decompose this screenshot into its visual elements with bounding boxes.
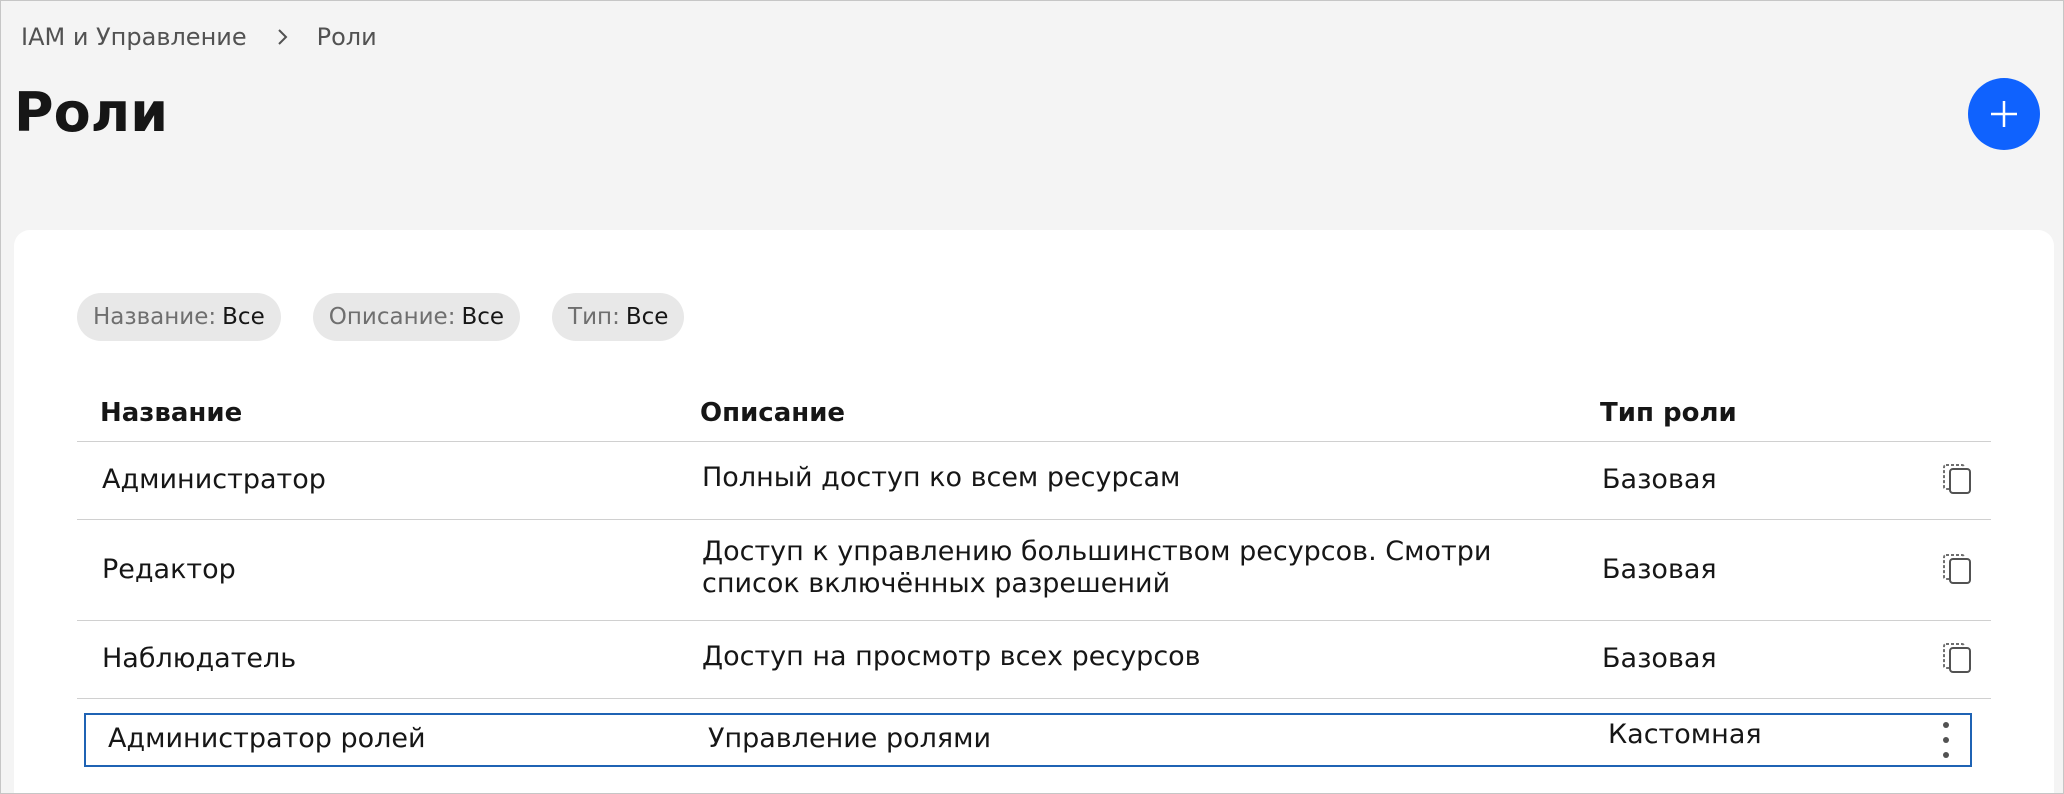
copy-icon[interactable] [1941,552,1973,586]
role-name: Наблюдатель [102,643,297,674]
chevron-right-icon [277,29,288,45]
filter-value: Все [461,304,505,330]
table-header: Название Описание Тип роли [77,392,1991,442]
filter-label: Название: [93,304,217,330]
role-description: Доступ на просмотр всех ресурсов [702,641,1201,672]
overflow-menu-icon[interactable] [1940,722,1952,758]
table-row[interactable]: Наблюдатель Доступ на просмотр всех ресу… [77,621,1991,699]
copy-icon[interactable] [1941,462,1973,496]
app-frame: IAM и Управление Роли Роли Название: Все… [0,0,2064,794]
role-type: Базовая [1602,464,1717,495]
filter-value: Все [222,304,265,330]
role-description: Управление ролями [708,723,992,754]
role-description: Доступ к управлению большинством ресурсо… [702,536,1502,600]
role-type: Базовая [1602,643,1717,674]
column-header-name[interactable]: Название [100,398,242,428]
table-row[interactable]: Редактор Доступ к управлению большинство… [77,520,1991,621]
roles-card: Название: Все Описание: Все Тип: Все Наз… [14,230,2054,793]
table-row[interactable]: Администратор Полный доступ ко всем ресу… [77,442,1991,520]
table-row-wrapper: Администратор ролей Управление ролями Ка… [77,699,1991,769]
breadcrumb: IAM и Управление Роли [21,23,377,51]
role-type: Кастомная [1608,719,1762,750]
role-description-line: Доступ к управлению большинством ресурсо… [702,536,1492,567]
page-title: Роли [14,81,169,144]
role-name: Администратор ролей [108,723,426,754]
roles-table: Название Описание Тип роли Администратор… [77,392,1991,769]
breadcrumb-link-iam[interactable]: IAM и Управление [21,23,247,51]
breadcrumb-current: Роли [316,23,377,51]
column-header-description[interactable]: Описание [700,398,845,428]
role-description-line: список включённых разрешений [702,568,1171,599]
role-name: Редактор [102,554,236,585]
filter-bar: Название: Все Описание: Все Тип: Все [77,293,685,341]
filter-description-chip[interactable]: Описание: Все [312,293,521,341]
filter-label: Тип: [568,304,620,330]
plus-icon [1991,101,2017,127]
role-description: Полный доступ ко всем ресурсам [702,462,1181,493]
role-name: Администратор [102,464,326,495]
filter-label: Описание: [328,304,456,330]
copy-icon[interactable] [1941,641,1973,675]
table-row-selected[interactable]: Администратор ролей Управление ролями Ка… [84,713,1972,767]
add-role-button[interactable] [1968,78,2040,150]
filter-type-chip[interactable]: Тип: Все [552,293,685,341]
filter-value: Все [625,304,669,330]
role-type: Базовая [1602,554,1717,585]
column-header-type[interactable]: Тип роли [1600,398,1737,428]
filter-name-chip[interactable]: Название: Все [77,293,281,341]
